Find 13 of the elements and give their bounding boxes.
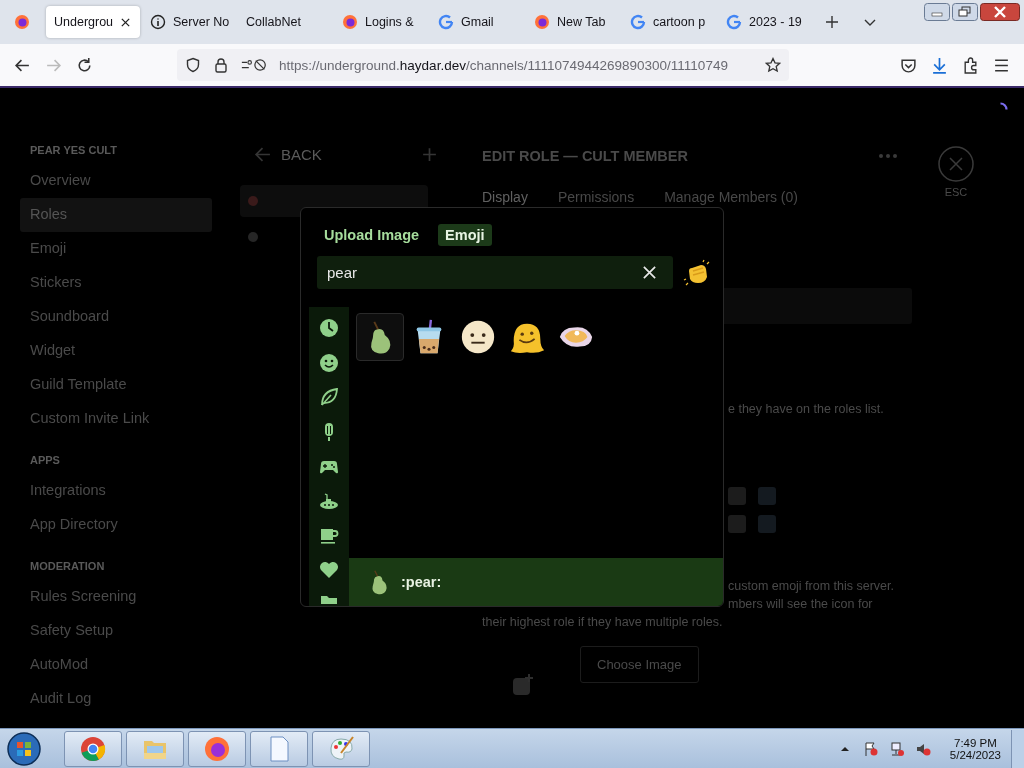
- esc-label: ESC: [944, 186, 968, 198]
- description-text: custom emoji from this server.: [728, 578, 895, 595]
- section-header: PEAR YES CULT: [29, 144, 118, 156]
- url-text: https://underground.haydar.dev/channels/1111074944269890300/11110749: [279, 57, 729, 73]
- emoji-name: :pear:: [401, 574, 442, 590]
- section-header: MODERATION: [29, 560, 106, 572]
- clock-time: 7:49 PM: [954, 736, 997, 749]
- page-title: EDIT ROLE — CULT MEMBER: [482, 148, 688, 164]
- section-header: APPS: [29, 454, 61, 466]
- clock-date: 5/24/2023: [949, 748, 1001, 761]
- description-text: mbers will see the icon for: [728, 596, 874, 613]
- description-text: their highest role if they have multiple roles.: [482, 614, 724, 631]
- description-text: e they have on the roles list.: [728, 401, 885, 418]
